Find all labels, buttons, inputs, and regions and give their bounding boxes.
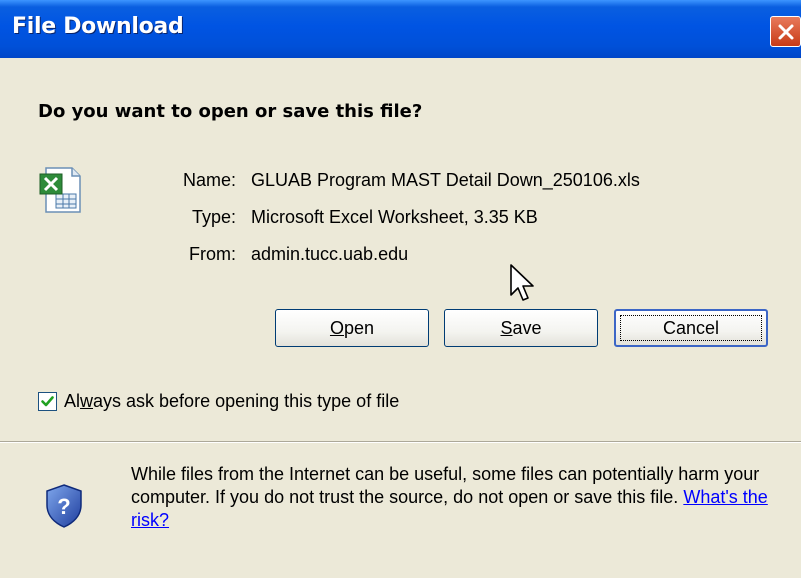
from-label: From: [189,244,236,264]
checkmark-icon [41,396,54,407]
open-button-label: pen [343,318,375,338]
file-type-value: Microsoft Excel Worksheet, 3.35 KB [251,207,538,227]
always-ask-checkbox[interactable] [38,392,57,411]
excel-worksheet-icon [39,167,81,213]
type-label: Type: [191,207,236,227]
always-ask-label-after: ays ask before opening this type of file [93,391,400,411]
separator [0,441,801,443]
security-shield-icon: ? [46,484,82,528]
save-button[interactable]: Save [444,309,598,347]
security-warning-text: While files from the Internet can be use… [131,463,781,532]
window-title: File Download [12,14,184,39]
focus-rectangle [620,315,762,341]
close-icon [778,24,794,40]
open-button[interactable]: Open [275,309,429,347]
title-bar[interactable]: File Download [0,0,801,58]
save-button-accel: S [500,318,513,338]
dialog-question: Do you want to open or save this file? [38,101,423,122]
open-button-accel: O [329,318,344,338]
always-ask-label-before: Al [64,391,81,411]
close-button[interactable] [770,16,801,47]
always-ask-label[interactable]: Always ask before opening this type of f… [64,391,399,412]
mouse-cursor-icon [510,264,534,301]
save-button-label: ave [512,318,542,338]
name-label: Name: [182,170,236,190]
svg-text:?: ? [57,494,70,519]
file-source-value: admin.tucc.uab.edu [251,244,409,264]
file-name-value: GLUAB Program MAST Detail Down_250106.xl… [251,170,640,190]
cancel-button[interactable]: Cancel [614,309,768,347]
always-ask-label-accel: w [80,391,94,411]
warning-message: While files from the Internet can be use… [131,464,760,507]
